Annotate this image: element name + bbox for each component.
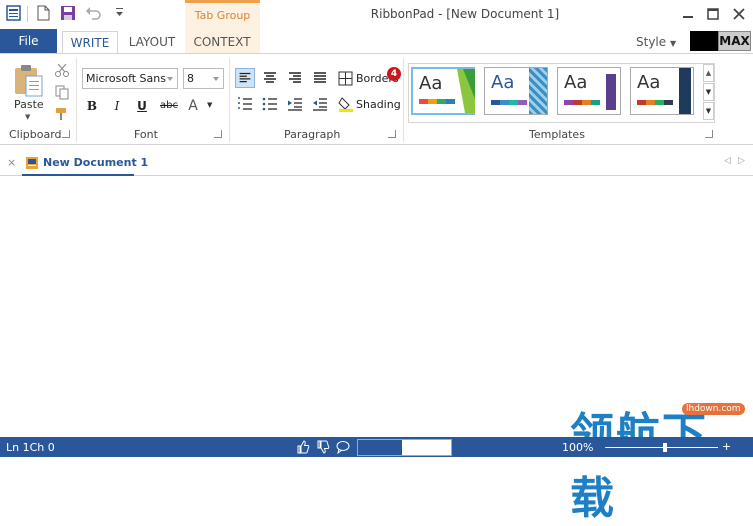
format-painter-icon[interactable] [54, 106, 70, 122]
cut-icon[interactable] [54, 62, 70, 78]
font-size-value: 8 [187, 72, 194, 85]
style-menu[interactable]: Style ▼ [636, 35, 676, 49]
group-divider [229, 58, 230, 142]
minimize-icon[interactable] [680, 6, 696, 22]
cursor-position: Ln 1Ch 0 [6, 441, 55, 454]
new-document-icon[interactable] [34, 4, 52, 22]
font-family-value: Microsoft Sans [86, 72, 166, 85]
gallery-more-icon[interactable]: ▼ [703, 102, 714, 120]
shading-icon[interactable] [338, 96, 354, 112]
gallery-scroll-up-icon[interactable]: ▲ [703, 64, 714, 82]
zoom-level: 100% [562, 441, 594, 454]
font-color-dropdown-icon[interactable]: ▼ [207, 101, 212, 109]
template-label: Aa [491, 72, 515, 93]
status-bar: Ln 1Ch 0 100% − + [0, 437, 753, 457]
thumbs-down-icon[interactable] [316, 440, 330, 454]
style-label: Style [636, 35, 667, 49]
template-decoration [606, 74, 616, 110]
copy-icon[interactable] [54, 84, 70, 100]
font-family-select[interactable]: Microsoft Sans [82, 68, 178, 89]
app-icon [6, 5, 21, 21]
paste-icon[interactable] [12, 62, 46, 98]
document-tab[interactable]: New Document 1 [22, 152, 148, 176]
template-label: Aa [419, 73, 443, 94]
tab-context[interactable]: CONTEXT [188, 31, 256, 54]
paragraph-group-label: Paragraph [284, 128, 341, 141]
undo-icon[interactable] [84, 4, 102, 22]
zoom-slider-thumb[interactable] [663, 443, 667, 452]
template-item[interactable]: Aa [411, 67, 475, 115]
clipboard-launcher-icon[interactable] [62, 130, 70, 138]
italic-button[interactable]: I [108, 97, 126, 115]
tab-file[interactable]: File [0, 29, 57, 54]
template-item[interactable]: Aa [557, 67, 621, 115]
template-decoration [529, 68, 547, 114]
close-document-icon[interactable]: × [7, 156, 16, 169]
paste-button[interactable]: Paste [14, 98, 44, 111]
window-title: RibbonPad - [New Document 1] [370, 7, 560, 21]
template-colorbar [419, 99, 455, 104]
align-right-icon[interactable] [285, 68, 305, 88]
increase-indent-icon[interactable] [310, 94, 330, 114]
chevron-down-icon: ▼ [669, 39, 677, 48]
font-size-select[interactable]: 8 [183, 68, 224, 89]
template-decoration [457, 69, 475, 113]
color-swatch[interactable] [690, 31, 718, 51]
template-item[interactable]: Aa [630, 67, 694, 115]
gallery-scroll-down-icon[interactable]: ▼ [703, 83, 714, 101]
title-bar: Tab Group RibbonPad - [New Document 1] [0, 0, 753, 54]
align-center-icon[interactable] [260, 68, 280, 88]
clipboard-group-label: Clipboard [9, 128, 62, 141]
progress-fill [358, 440, 402, 455]
document-icon [26, 157, 38, 169]
progress-bar [357, 439, 452, 456]
font-launcher-icon[interactable] [214, 130, 222, 138]
document-tab-label: New Document 1 [43, 156, 149, 169]
underline-button[interactable]: U [133, 97, 151, 115]
scroll-tabs-left-icon[interactable]: ◁ [724, 156, 731, 166]
shading-button[interactable]: Shading [356, 98, 401, 111]
borders-badge: 4 [387, 67, 401, 81]
borders-icon[interactable] [338, 71, 353, 86]
strikethrough-button[interactable]: abc [157, 97, 181, 115]
template-colorbar [491, 100, 527, 105]
watermark-text: 领航下载 [570, 409, 708, 524]
bold-button[interactable]: B [83, 97, 101, 115]
save-icon[interactable] [59, 4, 77, 22]
paragraph-launcher-icon[interactable] [388, 130, 396, 138]
comment-icon[interactable] [336, 440, 350, 454]
bullet-list-icon[interactable] [260, 94, 280, 114]
font-group-label: Font [134, 128, 158, 141]
close-icon[interactable] [731, 6, 747, 22]
tab-layout[interactable]: LAYOUT [124, 31, 180, 54]
template-label: Aa [564, 72, 588, 93]
template-decoration [679, 68, 691, 114]
justify-icon[interactable] [310, 68, 330, 88]
maximize-icon[interactable] [705, 6, 721, 22]
font-color-button[interactable]: A [184, 97, 202, 115]
customize-qat-icon[interactable] [112, 4, 130, 22]
zoom-in-button[interactable]: + [722, 440, 731, 453]
chevron-down-icon [167, 77, 173, 81]
tab-write[interactable]: WRITE [62, 31, 118, 54]
numbered-list-icon[interactable] [235, 94, 255, 114]
thumbs-up-icon[interactable] [296, 440, 310, 454]
group-divider [76, 58, 77, 142]
watermark-url: lhdown.com [682, 403, 745, 415]
template-colorbar [637, 100, 673, 105]
templates-launcher-icon[interactable] [705, 130, 713, 138]
tab-group-label: Tab Group [194, 9, 251, 22]
align-left-icon[interactable] [235, 68, 255, 88]
template-colorbar [564, 100, 600, 105]
decrease-indent-icon[interactable] [285, 94, 305, 114]
group-divider [403, 58, 404, 142]
template-item[interactable]: Aa [484, 67, 548, 115]
chevron-down-icon [213, 77, 219, 81]
template-label: Aa [637, 72, 661, 93]
templates-group-label: Templates [529, 128, 585, 141]
scroll-tabs-right-icon[interactable]: ▷ [738, 156, 745, 166]
max-button[interactable]: MAX [718, 31, 751, 51]
qat-divider [27, 6, 28, 22]
paste-dropdown-icon[interactable]: ▼ [25, 113, 30, 121]
